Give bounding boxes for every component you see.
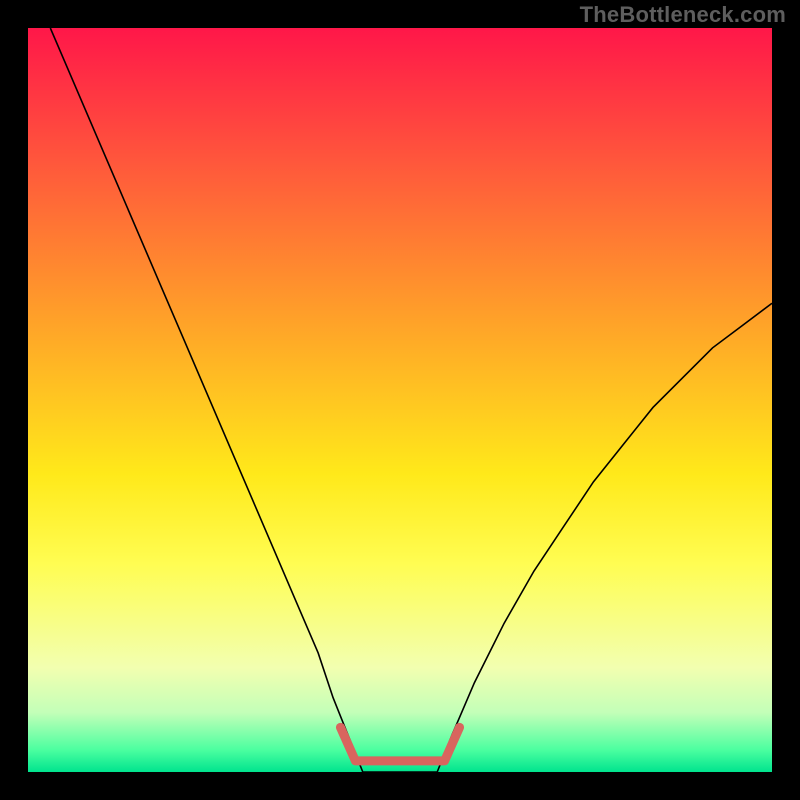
plot-area bbox=[28, 28, 772, 772]
chart-container: TheBottleneck.com bbox=[0, 0, 800, 800]
chart-svg bbox=[28, 28, 772, 772]
watermark-text: TheBottleneck.com bbox=[580, 2, 786, 28]
